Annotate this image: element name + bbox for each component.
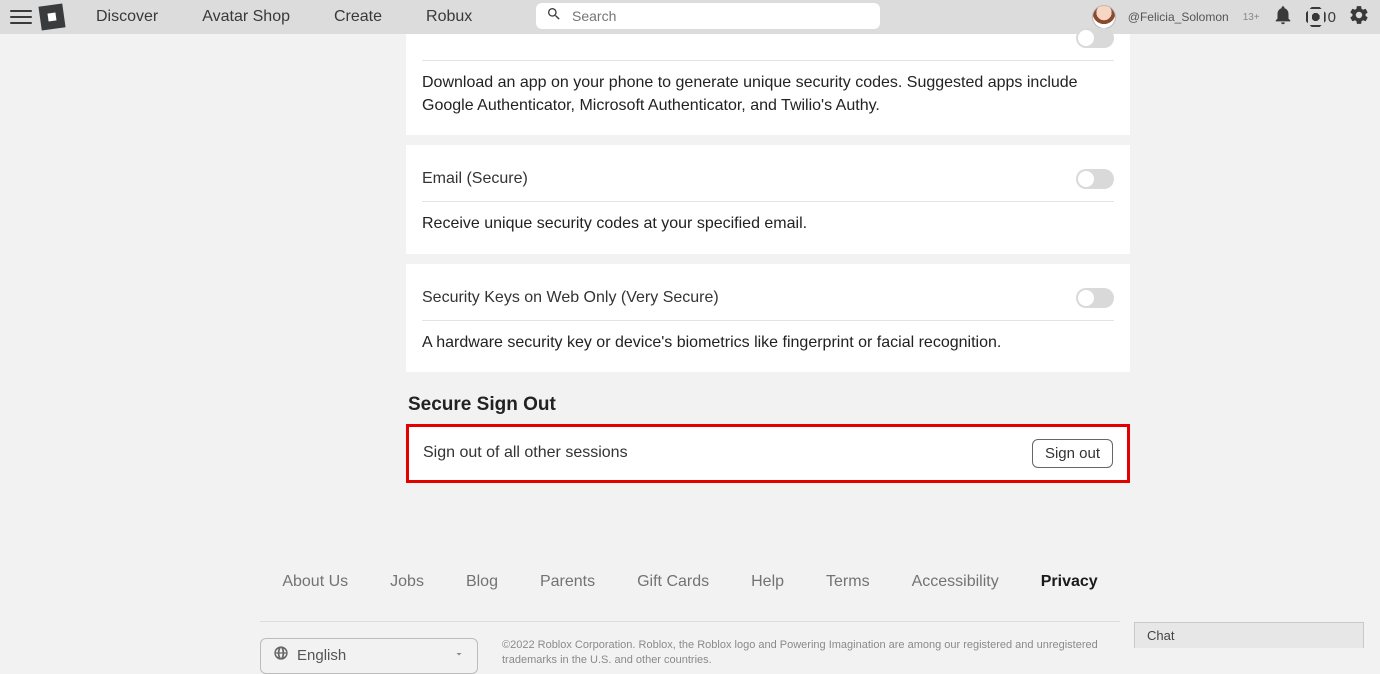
secure-signout-heading: Secure Sign Out bbox=[408, 394, 1130, 416]
security-keys-card: Security Keys on Web Only (Very Secure) … bbox=[406, 264, 1130, 372]
sign-out-button[interactable]: Sign out bbox=[1032, 439, 1113, 468]
divider bbox=[422, 60, 1114, 61]
footer-help[interactable]: Help bbox=[751, 573, 784, 591]
roblox-logo-icon[interactable] bbox=[38, 3, 65, 30]
footer-privacy[interactable]: Privacy bbox=[1041, 573, 1098, 591]
footer-terms[interactable]: Terms bbox=[826, 573, 870, 591]
email-2sv-desc: Receive unique security codes at your sp… bbox=[422, 212, 1114, 235]
header-right: @Felicia_Solomon 13+ 0 bbox=[1092, 4, 1370, 31]
language-label: English bbox=[297, 647, 346, 664]
globe-icon bbox=[273, 645, 289, 666]
footer-bottom: English ©2022 Roblox Corporation. Roblox… bbox=[260, 638, 1120, 674]
footer-links: About Us Jobs Blog Parents Gift Cards He… bbox=[245, 573, 1135, 591]
email-2sv-toggle[interactable] bbox=[1076, 169, 1114, 189]
legal-text: ©2022 Roblox Corporation. Roblox, the Ro… bbox=[502, 638, 1102, 669]
top-nav: Discover Avatar Shop Create Robux @Felic… bbox=[0, 0, 1380, 34]
authenticator-app-toggle[interactable] bbox=[1076, 28, 1114, 48]
footer-gift-cards[interactable]: Gift Cards bbox=[637, 573, 709, 591]
security-keys-toggle[interactable] bbox=[1076, 288, 1114, 308]
gear-icon[interactable] bbox=[1348, 4, 1370, 31]
avatar[interactable] bbox=[1092, 5, 1116, 29]
username-label[interactable]: @Felicia_Solomon bbox=[1128, 10, 1229, 24]
footer-accessibility[interactable]: Accessibility bbox=[912, 573, 999, 591]
bell-icon[interactable] bbox=[1272, 4, 1294, 31]
chat-tab[interactable]: Chat bbox=[1134, 622, 1364, 648]
footer-about[interactable]: About Us bbox=[282, 573, 348, 591]
authenticator-app-card: Authenticator App (Very Secure) Download… bbox=[406, 28, 1130, 135]
search-box[interactable] bbox=[536, 3, 880, 29]
divider bbox=[422, 201, 1114, 202]
chevron-down-icon bbox=[453, 647, 465, 665]
footer-jobs[interactable]: Jobs bbox=[390, 573, 424, 591]
footer-blog[interactable]: Blog bbox=[466, 573, 498, 591]
settings-main: Authenticator App (Very Secure) Download… bbox=[406, 28, 1130, 483]
chat-label: Chat bbox=[1147, 628, 1174, 643]
primary-nav: Discover Avatar Shop Create Robux bbox=[96, 8, 472, 26]
robux-icon bbox=[1306, 7, 1326, 27]
robux-count: 0 bbox=[1328, 9, 1336, 26]
footer-divider bbox=[260, 621, 1120, 622]
authenticator-app-desc: Download an app on your phone to generat… bbox=[422, 71, 1114, 117]
signout-sessions-label: Sign out of all other sessions bbox=[423, 444, 628, 462]
nav-discover[interactable]: Discover bbox=[96, 8, 158, 26]
language-selector[interactable]: English bbox=[260, 638, 478, 674]
security-keys-desc: A hardware security key or device's biom… bbox=[422, 331, 1114, 354]
secure-signout-card: Sign out of all other sessions Sign out bbox=[406, 424, 1130, 483]
search-input[interactable] bbox=[570, 7, 870, 25]
nav-create[interactable]: Create bbox=[334, 8, 382, 26]
email-2sv-card: Email (Secure) Receive unique security c… bbox=[406, 145, 1130, 253]
footer-parents[interactable]: Parents bbox=[540, 573, 595, 591]
nav-robux[interactable]: Robux bbox=[426, 8, 472, 26]
email-2sv-title: Email (Secure) bbox=[422, 170, 528, 188]
robux-balance[interactable]: 0 bbox=[1306, 7, 1336, 27]
nav-avatar-shop[interactable]: Avatar Shop bbox=[202, 8, 290, 26]
age-badge: 13+ bbox=[1243, 12, 1260, 23]
hamburger-menu-icon[interactable] bbox=[10, 6, 32, 28]
divider bbox=[422, 320, 1114, 321]
security-keys-title: Security Keys on Web Only (Very Secure) bbox=[422, 289, 719, 307]
search-icon bbox=[546, 6, 570, 27]
